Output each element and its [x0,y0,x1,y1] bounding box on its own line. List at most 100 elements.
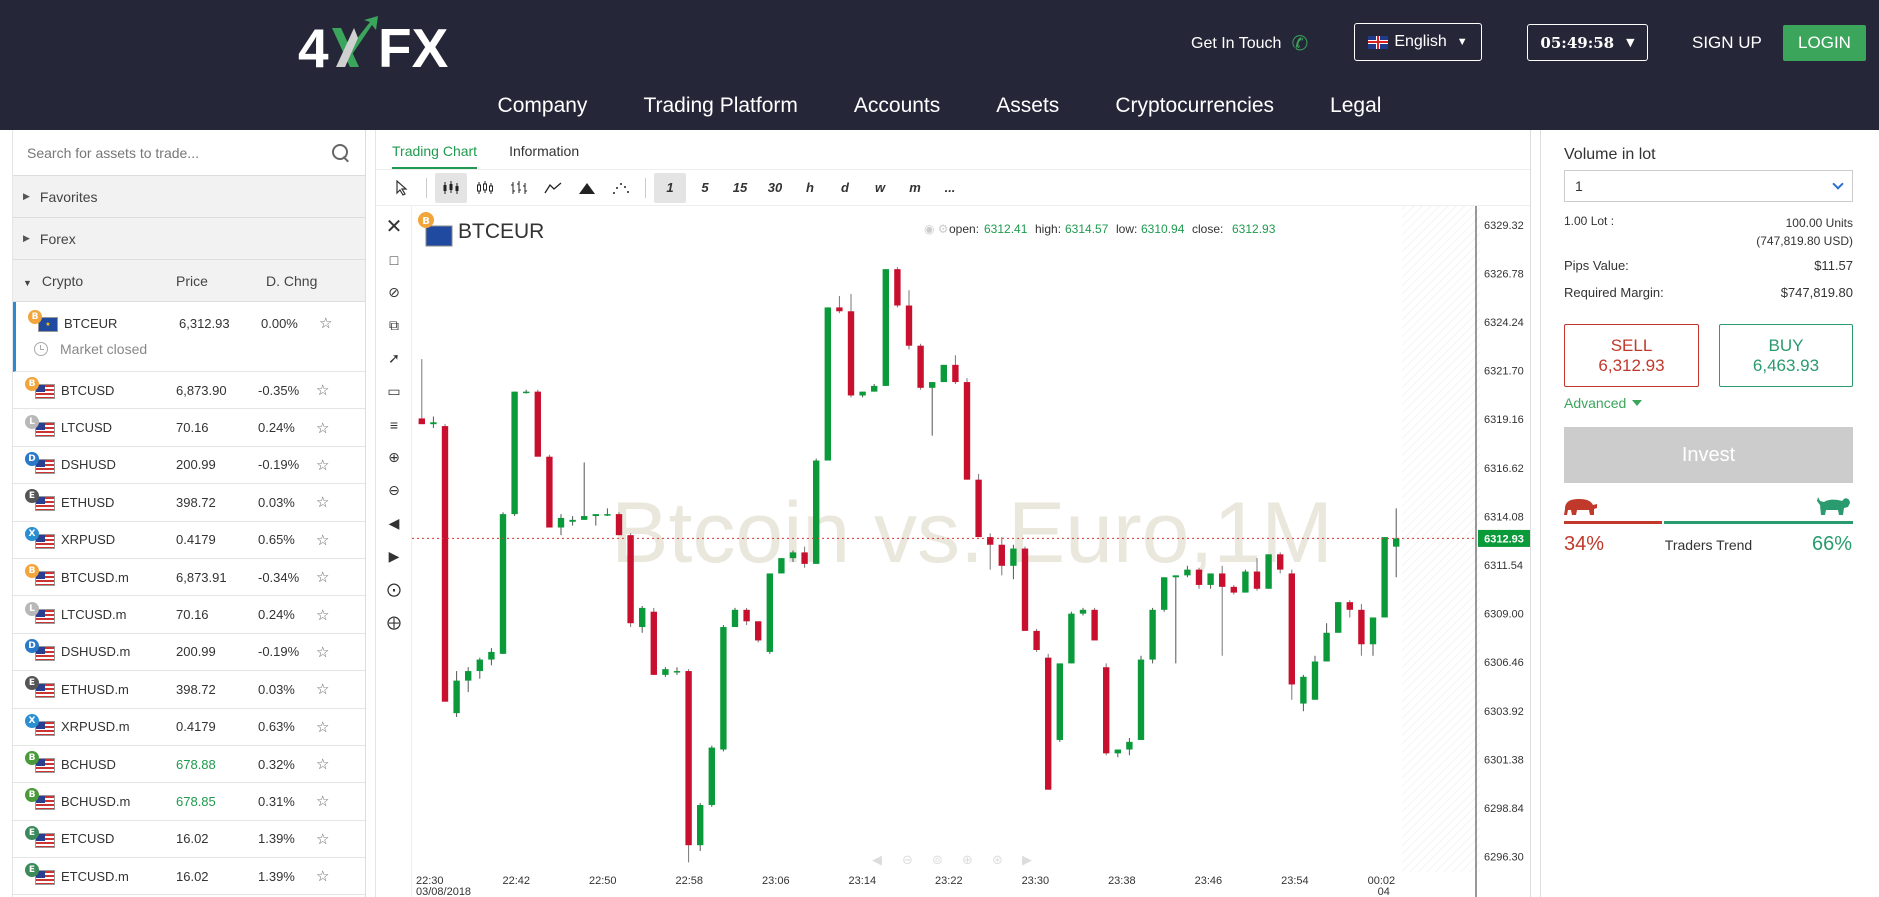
asset-row[interactable]: B BCHUSD 678.88 0.32% ☆ [13,746,365,784]
tab-information[interactable]: Information [509,143,579,169]
asset-row-selected[interactable]: B ★ BTCEUR 6,312.93 0.00% ☆ Market close… [13,302,365,372]
dots-chart-icon[interactable] [605,173,637,203]
timeframe-button[interactable]: 1 [654,172,686,203]
zoom-out-icon[interactable]: ⊖ [902,853,913,868]
select-objects-icon[interactable]: □ [376,243,412,276]
timeframe-button[interactable]: m [899,173,931,203]
section-forex[interactable]: ▶ Forex [13,218,365,260]
star-icon[interactable]: ☆ [316,381,329,399]
asset-row[interactable]: D DSHUSD.m 200.99 -0.19% ☆ [13,634,365,672]
star-icon[interactable]: ☆ [316,830,329,848]
scroll-right-icon[interactable]: ▶ [1022,853,1032,868]
timeframe-button[interactable]: 30 [759,173,791,203]
nav-company[interactable]: Company [470,94,616,124]
timeframe-button[interactable]: 15 [724,173,756,203]
asset-row[interactable]: E ETCUSD 16.02 1.39% ☆ [13,821,365,859]
zoom-out-icon[interactable]: ⊖ [376,474,412,507]
star-icon[interactable]: ☆ [316,718,329,736]
zoom-fit-icon[interactable]: ⊛ [992,853,1003,868]
scroll-right-icon[interactable]: ▶ [376,540,412,573]
asset-row[interactable]: E ETHUSD 398.72 0.03% ☆ [13,484,365,522]
scroll-left-icon[interactable]: ◀ [376,507,412,540]
asset-row[interactable]: X XRPUSD.m 0.4179 0.63% ☆ [13,709,365,746]
zoom-fit-icon[interactable]: ⨁ [376,606,412,639]
tab-trading-chart[interactable]: Trading Chart [392,143,478,169]
nav-trading-platform[interactable]: Trading Platform [615,94,825,124]
nav-cryptocurrencies[interactable]: Cryptocurrencies [1087,94,1302,124]
login-button[interactable]: LOGIN [1783,25,1866,61]
asset-row[interactable]: L LTCUSD 70.16 0.24% ☆ [13,409,365,447]
asset-row[interactable]: X XRPUSD 0.4179 0.65% ☆ [13,522,365,559]
ohlc-bars-icon[interactable] [503,173,535,203]
asset-change: 0.63% [258,719,295,735]
section-crypto-header[interactable]: ▼ Crypto Price D. Chng [13,260,365,302]
star-icon[interactable]: ☆ [319,314,332,332]
star-icon[interactable]: ☆ [316,531,329,549]
trend-line-icon[interactable]: ➚ [376,342,412,375]
nav-legal[interactable]: Legal [1302,94,1409,124]
star-icon[interactable]: ☆ [316,568,329,586]
advanced-toggle[interactable]: Advanced [1564,395,1643,411]
line-chart-icon[interactable] [537,173,569,203]
get-in-touch-link[interactable]: Get In Touch ✆ [1191,34,1308,54]
nav-assets[interactable]: Assets [968,94,1087,124]
asset-row[interactable]: L LTCUSD.m 70.16 0.24% ☆ [13,596,365,634]
language-select[interactable]: English ▼ [1354,23,1482,61]
cursor-icon[interactable] [386,173,418,203]
star-icon[interactable]: ☆ [316,493,329,511]
asset-row[interactable]: B BTCUSD.m 6,873.91 -0.34% ☆ [13,559,365,597]
timeframe-button[interactable]: d [829,173,861,203]
asset-row[interactable]: D DSHUSD 200.99 -0.19% ☆ [13,447,365,485]
zoom-in-icon[interactable]: ⊕ [376,441,412,474]
y-tick-label: 6324.24 [1484,317,1524,329]
star-icon[interactable]: ☆ [316,755,329,773]
area-chart-icon[interactable] [571,173,603,203]
close-icon[interactable]: ✕ [376,210,412,243]
asset-search-input[interactable] [27,144,297,161]
volume-select[interactable]: 1 [1564,170,1853,202]
sign-up-link[interactable]: SIGN UP [1692,33,1762,53]
candle-body [801,552,808,564]
timeframe-button[interactable]: ... [934,173,966,203]
bear-icon [1564,499,1597,515]
nav-accounts[interactable]: Accounts [826,94,968,124]
candle-body [685,671,692,846]
asset-row[interactable]: E ETCUSD.m 16.02 1.39% ☆ [13,858,365,896]
sell-button[interactable]: SELL 6,312.93 [1564,324,1699,387]
scroll-left-icon[interactable]: ◀ [872,853,882,868]
timeframe-button[interactable]: w [864,173,896,203]
search-icon[interactable] [331,143,351,163]
invest-button[interactable]: Invest [1564,427,1853,483]
zoom-reset-icon[interactable]: ⨀ [376,573,412,606]
hollow-candles-icon[interactable] [469,173,501,203]
star-icon[interactable]: ☆ [316,792,329,810]
asset-row[interactable]: B BTCUSD 6,873.90 -0.35% ☆ [13,372,365,410]
star-icon[interactable]: ☆ [316,456,329,474]
y-tick-label: 6316.62 [1484,463,1524,475]
candles-icon[interactable] [435,172,467,203]
section-favorites[interactable]: ▶ Favorites [13,176,365,218]
server-clock[interactable]: 05:49:58 ▼ [1527,24,1648,61]
star-icon[interactable]: ☆ [316,643,329,661]
zoom-in-icon[interactable]: ⊕ [962,853,973,868]
candle-body [604,514,611,516]
remove-objects-icon[interactable]: ⊘ [376,276,412,309]
candle-body [789,552,797,559]
zoom-reset-icon[interactable]: ⊚ [932,853,943,868]
timeframe-button[interactable]: 5 [689,173,721,203]
rectangle-icon[interactable]: ▭ [376,375,412,408]
price-chart[interactable]: Btcoin vs. Euro,1M 6329.32 6326.78 6324.24… [412,206,1530,897]
asset-price: 0.4179 [176,532,216,548]
star-icon[interactable]: ☆ [316,419,329,437]
timeframe-button[interactable]: h [794,173,826,203]
asset-row[interactable]: E ETHUSD.m 398.72 0.03% ☆ [13,671,365,709]
clone-icon[interactable]: ⧉ [376,309,412,342]
brand-logo[interactable]: 4 FX [298,14,458,74]
star-icon[interactable]: ☆ [316,606,329,624]
candlestick-chart[interactable]: Btcoin vs. Euro,1M 6329.32 6326.78 6324.24… [412,206,1530,897]
horizontal-lines-icon[interactable]: ≡ [376,408,412,441]
star-icon[interactable]: ☆ [316,867,329,885]
buy-button[interactable]: BUY 6,463.93 [1719,324,1853,387]
asset-row[interactable]: B BCHUSD.m 678.85 0.31% ☆ [13,783,365,821]
star-icon[interactable]: ☆ [316,680,329,698]
